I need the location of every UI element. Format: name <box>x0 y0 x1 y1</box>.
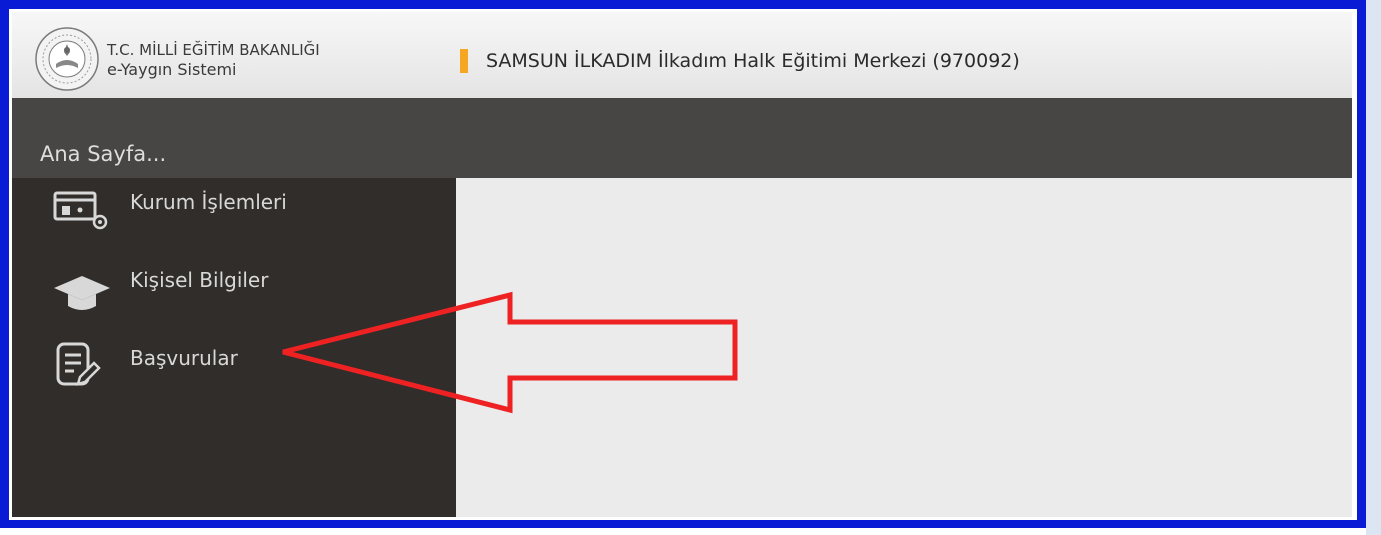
page-bottom-edge <box>0 528 1366 535</box>
system-name: e-Yaygın Sistemi <box>107 60 237 79</box>
meb-logo-icon <box>35 27 99 91</box>
sidebar-item-label: Kurum İşlemleri <box>130 190 287 214</box>
content-topbar <box>456 98 1352 178</box>
institution-name: SAMSUN İLKADIM İlkadım Halk Eğitimi Merk… <box>486 50 1020 72</box>
ministry-name: T.C. MİLLİ EĞİTİM BAKANLIĞI <box>107 41 320 59</box>
document-edit-icon <box>56 342 101 386</box>
sidebar: Ana Sayfa... Kurum İşlemleri Kişisel Bil… <box>12 98 456 517</box>
accent-bar <box>460 49 468 73</box>
main-content <box>456 178 1352 517</box>
sidebar-item-basvurular[interactable]: Başvurular <box>52 340 432 390</box>
header: T.C. MİLLİ EĞİTİM BAKANLIĞI e-Yaygın Sis… <box>12 12 1352 98</box>
sidebar-item-kisisel-bilgiler[interactable]: Kişisel Bilgiler <box>52 268 432 318</box>
sidebar-header[interactable]: Ana Sayfa... <box>12 98 456 178</box>
sidebar-item-kurum-islemleri[interactable]: Kurum İşlemleri <box>52 188 432 238</box>
app-window: T.C. MİLLİ EĞİTİM BAKANLIĞI e-Yaygın Sis… <box>12 12 1352 517</box>
graduation-cap-icon <box>54 276 110 310</box>
sidebar-item-label: Kişisel Bilgiler <box>130 268 269 292</box>
page-right-edge <box>1366 0 1381 535</box>
sidebar-title: Ana Sayfa... <box>40 142 167 166</box>
sidebar-item-label: Başvurular <box>130 346 238 370</box>
institution-settings-icon <box>53 191 108 230</box>
